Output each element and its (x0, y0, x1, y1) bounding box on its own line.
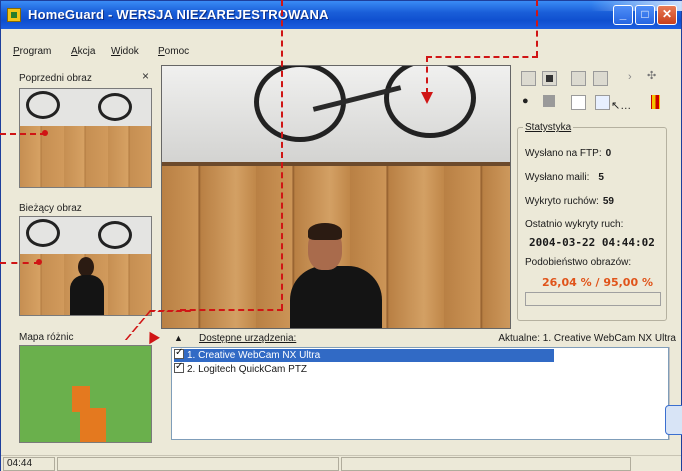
annotation-dot (42, 130, 48, 136)
cursor-icon: ↖… (611, 100, 632, 112)
status-time: 04:44 (3, 457, 55, 471)
minimize-button[interactable]: _ (613, 5, 633, 25)
pointer-icon[interactable] (595, 95, 610, 110)
side-popup-tab[interactable] (665, 405, 682, 435)
live-video (161, 65, 511, 329)
camera-icon[interactable]: ● (522, 95, 529, 107)
settings-icon[interactable]: ✣ (647, 69, 656, 82)
mail-stat: Wysłano maili: 5 (525, 172, 604, 183)
device-item[interactable]: 1. Creative WebCam NX Ultra (174, 347, 554, 362)
annotation-line (0, 262, 40, 264)
maximize-button[interactable]: □ (635, 5, 655, 25)
last-motion-value: 2004-03-22 04:44:02 (529, 236, 655, 249)
app-window: HomeGuard - WERSJA NIEZAREJESTROWANA _ □… (0, 0, 682, 471)
ftp-stat: Wysłano na FTP: 0 (525, 148, 612, 159)
app-logo-icon (7, 8, 21, 22)
devices-header: ▲ Dostępne urządzenia: Aktualne: 1. Crea… (171, 332, 681, 346)
annotation-line (426, 56, 538, 58)
annotation-dot (36, 259, 42, 265)
devices-list[interactable]: 1. Creative WebCam NX Ultra 2. Logitech … (171, 347, 669, 440)
snapshot-icon[interactable] (542, 71, 557, 86)
current-image-label: Bieżący obraz (19, 203, 82, 214)
grid-icon[interactable] (543, 95, 555, 107)
menu-pomoc[interactable]: Pomoc (158, 46, 189, 57)
annotation-line (0, 133, 46, 135)
annotation-line (180, 309, 283, 311)
window-title: HomeGuard - WERSJA NIEZAREJESTROWANA (28, 7, 329, 22)
record-icon[interactable] (571, 71, 586, 86)
door-icon[interactable] (651, 95, 660, 109)
previous-image (19, 88, 152, 188)
capture-icon[interactable] (521, 71, 536, 86)
annotation-line (426, 56, 428, 94)
stats-title: Statystyka (523, 122, 574, 133)
similarity-label: Podobieństwo obrazów: (525, 257, 632, 268)
collapse-icon[interactable]: ▲ (174, 333, 183, 343)
title-bar[interactable]: HomeGuard - WERSJA NIEZAREJESTROWANA _ □… (1, 1, 682, 29)
device-checkbox[interactable] (174, 347, 184, 359)
annotation-line (281, 0, 283, 310)
device-checkbox[interactable] (174, 361, 184, 373)
log-icon[interactable] (571, 95, 586, 110)
status-bar: 04:44 (1, 455, 681, 471)
menu-bar: Program Akcja Widok Pomoc (1, 43, 681, 61)
motion-stat: Wykryto ruchów: 59 (525, 196, 614, 207)
last-motion-label: Ostatnio wykryty ruch: (525, 219, 624, 230)
menu-program[interactable]: Program (13, 46, 51, 57)
diff-map-label: Mapa różnic (19, 332, 74, 343)
play-icon[interactable]: › (628, 71, 632, 83)
devices-label: Dostępne urządzenia: (199, 333, 297, 344)
stop-icon[interactable] (593, 71, 608, 86)
annotation-arrow (421, 92, 433, 104)
diff-map (19, 345, 152, 443)
similarity-progress-bar (525, 292, 661, 306)
previous-image-label: Poprzedni obraz (19, 73, 92, 84)
close-panel-icon[interactable]: × (142, 69, 149, 83)
device-item[interactable]: 2. Logitech QuickCam PTZ (174, 361, 554, 376)
menu-akcja[interactable]: Akcja (71, 46, 95, 57)
annotation-line (536, 0, 538, 57)
similarity-value: 26,04 % / 95,00 % (542, 276, 653, 289)
menu-widok[interactable]: Widok (111, 46, 139, 57)
current-device-label: Aktualne: 1. Creative WebCam NX Ultra (498, 333, 676, 344)
close-button[interactable]: ✕ (657, 5, 677, 25)
current-image (19, 216, 152, 316)
